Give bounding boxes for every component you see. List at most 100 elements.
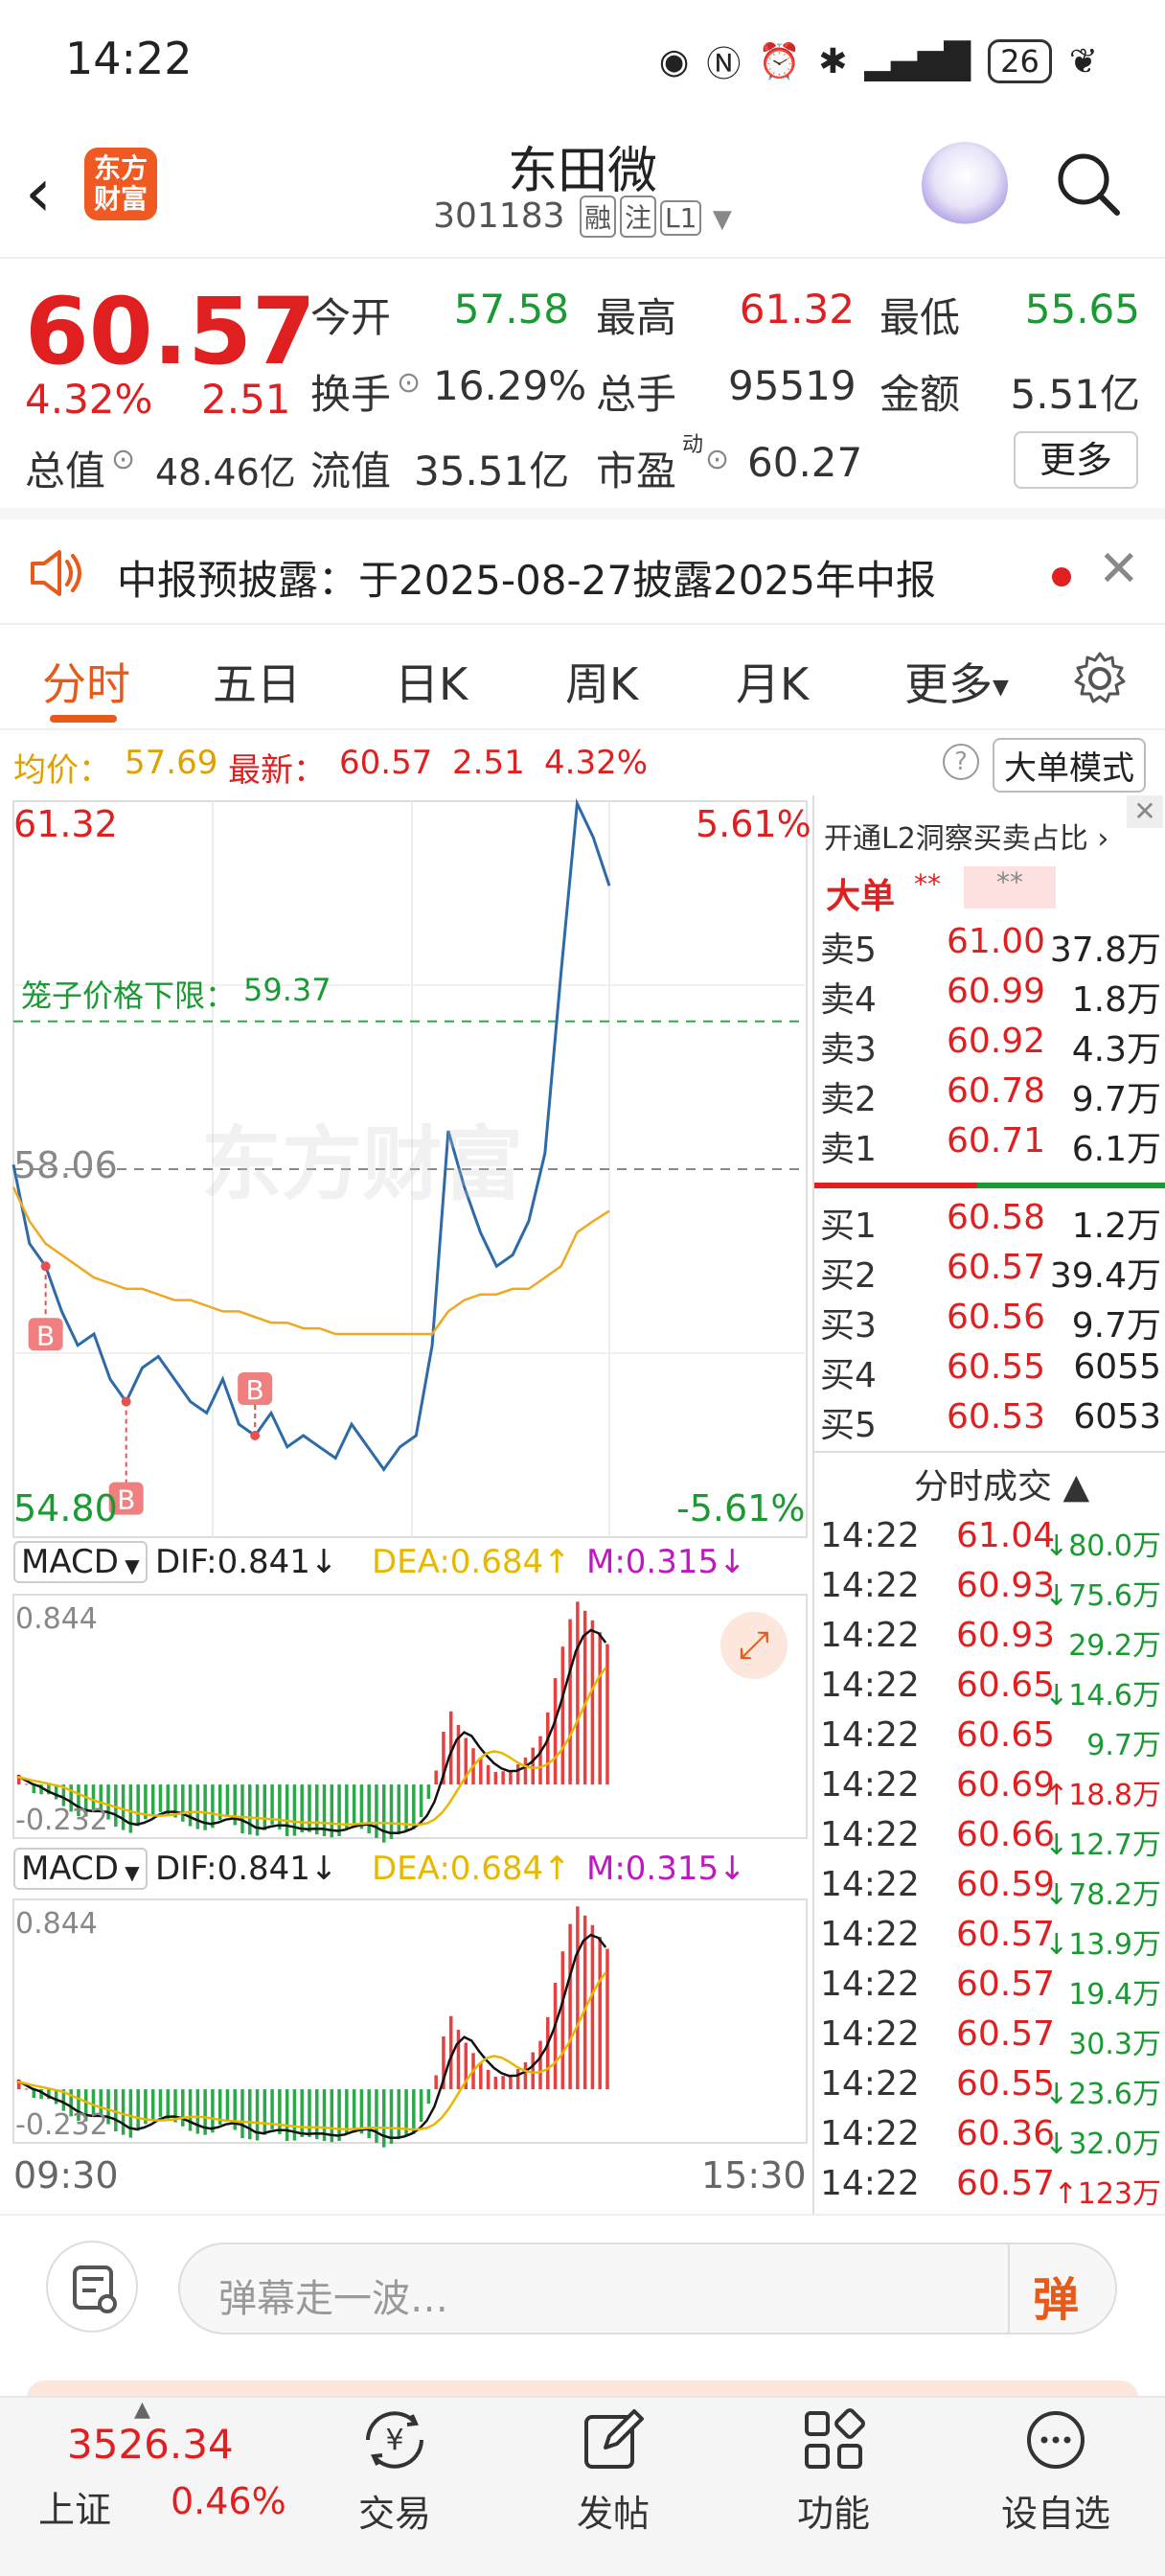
- latest-change: 2.51: [452, 744, 525, 782]
- trade-price: 60.55: [956, 2064, 1056, 2104]
- macd-bar: [598, 1937, 602, 2090]
- search-icon[interactable]: [1054, 150, 1123, 218]
- trade-time: 14:22: [820, 2114, 920, 2153]
- macd-bar: [136, 2089, 140, 2131]
- bid-price: 60.58: [947, 1198, 1046, 1237]
- bid-row[interactable]: 买5 60.53 6053: [814, 1397, 1165, 1445]
- tab-weekly-k[interactable]: 周K: [565, 650, 638, 713]
- bid-row[interactable]: 买1 60.58 1.2万: [814, 1198, 1165, 1246]
- trade-time: 14:22: [820, 1715, 920, 1755]
- assistant-robot-icon[interactable]: [922, 142, 1008, 228]
- macd-dea: DEA:0.684↑: [372, 1543, 571, 1581]
- bid-row[interactable]: 买2 60.57 39.4万: [814, 1248, 1165, 1296]
- macd-bar: [501, 2076, 505, 2090]
- ask-row[interactable]: 卖1 60.71 6.1万: [814, 1121, 1165, 1169]
- macd-bar: [211, 1784, 215, 1828]
- macd-bar: [426, 1784, 431, 1800]
- danmaku-input[interactable]: 弹幕走一波… 弹: [178, 2242, 1117, 2334]
- tab-intraday[interactable]: 分时: [42, 650, 130, 713]
- more-button[interactable]: 更多: [1014, 431, 1138, 489]
- notice-bar[interactable]: 中报预披露：于2025-08-27披露2025年中报 ✕: [0, 508, 1165, 625]
- tab-more[interactable]: 更多▼: [904, 650, 1009, 713]
- tag-level[interactable]: L1: [660, 200, 702, 236]
- macd-bar: [278, 1784, 282, 1829]
- macd-selector-2[interactable]: MACD ▼: [13, 1848, 148, 1890]
- macd-bar: [389, 2089, 394, 2144]
- close-icon[interactable]: ✕: [1127, 795, 1163, 828]
- macd-dea-2: DEA:0.684↑: [372, 1850, 571, 1888]
- dea-value: DEA:0.684: [372, 1850, 544, 1888]
- macd-bar: [181, 1784, 185, 1822]
- trade-volume: ↓13.9万: [1044, 1928, 1161, 1962]
- info-circle-icon[interactable]: ⊙: [111, 443, 135, 476]
- trade-time: 14:22: [820, 1566, 920, 1605]
- caret-down-icon: ▼: [118, 1554, 140, 1577]
- ask-row[interactable]: 卖3 60.92 4.3万: [814, 1022, 1165, 1070]
- info-circle-icon[interactable]: ⊙: [397, 366, 421, 400]
- tab-five-day[interactable]: 五日: [213, 650, 301, 713]
- ask-row[interactable]: 卖2 60.78 9.7万: [814, 1071, 1165, 1119]
- pct-axis-low: -5.61%: [676, 1487, 806, 1530]
- mktcap-value: 48.46亿: [155, 451, 296, 494]
- macd-bar: [493, 2077, 498, 2090]
- status-bar: 14:22 ◉ Ⓝ ⏰ ✱ ▂▄▆█ 26 ❦: [0, 0, 1165, 115]
- info-circle-icon[interactable]: ⊙: [705, 443, 729, 476]
- macd-bar: [225, 2089, 230, 2121]
- pe-superscript: 动: [682, 433, 704, 457]
- macd-selector[interactable]: MACD ▼: [13, 1541, 148, 1583]
- limit-value: 59.37: [243, 972, 331, 1008]
- macd-bar: [308, 2089, 311, 2137]
- trade-price: 60.65: [956, 1715, 1056, 1755]
- ask-volume: 1.8万: [1071, 980, 1161, 1020]
- trades-title[interactable]: 分时成交 ▲: [914, 1459, 1089, 1508]
- danmaku-send-button[interactable]: 弹: [1033, 2262, 1079, 2329]
- expand-icon[interactable]: ⤢: [720, 1612, 788, 1679]
- ask-row[interactable]: 卖4 60.99 1.8万: [814, 972, 1165, 1020]
- trade-price: 60.65: [956, 1666, 1056, 1705]
- ratio-bar-buy: [977, 1183, 1165, 1188]
- buy-marker-dot: [40, 1261, 51, 1272]
- macd-bar: [560, 1646, 565, 1785]
- ask-row[interactable]: 卖5 61.00 37.8万: [814, 922, 1165, 970]
- close-icon[interactable]: ✕: [1098, 540, 1140, 598]
- nav-trade[interactable]: ¥ 交易: [328, 2404, 462, 2537]
- trade-time: 14:22: [820, 1865, 920, 1904]
- dea-value: DEA:0.684: [372, 1543, 544, 1581]
- bid-row[interactable]: 买3 60.56 9.7万: [814, 1298, 1165, 1346]
- caret-up-icon: ▲: [134, 2398, 150, 2422]
- trade-time: 14:22: [820, 1666, 920, 1705]
- nav-watchlist[interactable]: 设自选: [989, 2404, 1123, 2537]
- index-value[interactable]: 3526.34: [67, 2421, 234, 2468]
- macd-bar: [531, 2052, 535, 2090]
- yuan-exchange-icon: ¥: [366, 2411, 423, 2469]
- dea-line: [16, 1667, 607, 1827]
- big-order-mode-button[interactable]: 大单模式: [993, 738, 1146, 793]
- l2-promo-link[interactable]: 开通L2洞察买卖占比 ›: [824, 815, 1108, 857]
- nav-function[interactable]: 功能: [766, 2404, 901, 2537]
- macd-bar: [568, 1923, 572, 2090]
- big-order-stars-sell: **: [964, 866, 1056, 908]
- big-order-stars-buy: **: [914, 868, 941, 900]
- volume-value: 95519: [728, 362, 857, 409]
- stock-header: ‹ 东方 财富 东田微 301183 融注 L1 ▼: [0, 115, 1165, 254]
- trade-volume: ↓12.7万: [1044, 1828, 1161, 1862]
- macd-bar: [381, 2089, 386, 2148]
- nav-post[interactable]: 发帖: [546, 2404, 680, 2537]
- dif-value: DIF:0.841: [155, 1850, 310, 1888]
- intraday-chart-area[interactable]: B B B 61.32 5.61% 笼子价格下限： 59.37 58.06 东方财富…: [0, 795, 811, 2214]
- tab-daily-k[interactable]: 日K: [395, 650, 468, 713]
- macd-bar: [456, 1725, 461, 1785]
- pe-label: 市盈: [596, 448, 677, 494]
- tab-monthly-k[interactable]: 月K: [736, 650, 809, 713]
- macd-bar: [434, 2075, 438, 2090]
- chevron-down-icon[interactable]: ▼: [713, 205, 732, 234]
- trade-row: 14:22 60.57 ↑123万: [814, 2164, 1165, 2212]
- limit-label: 笼子价格下限：: [21, 978, 237, 1014]
- macd-dif: DIF:0.841↓: [155, 1543, 338, 1581]
- macd-bar: [345, 1784, 349, 1829]
- danmaku-settings-button[interactable]: [46, 2241, 138, 2333]
- help-icon[interactable]: ?: [943, 744, 979, 780]
- bid-row[interactable]: 买4 60.55 6055: [814, 1347, 1165, 1395]
- settings-gear-icon[interactable]: [1071, 650, 1129, 707]
- l2-promo-text: 开通L2洞察买卖占比: [824, 822, 1088, 856]
